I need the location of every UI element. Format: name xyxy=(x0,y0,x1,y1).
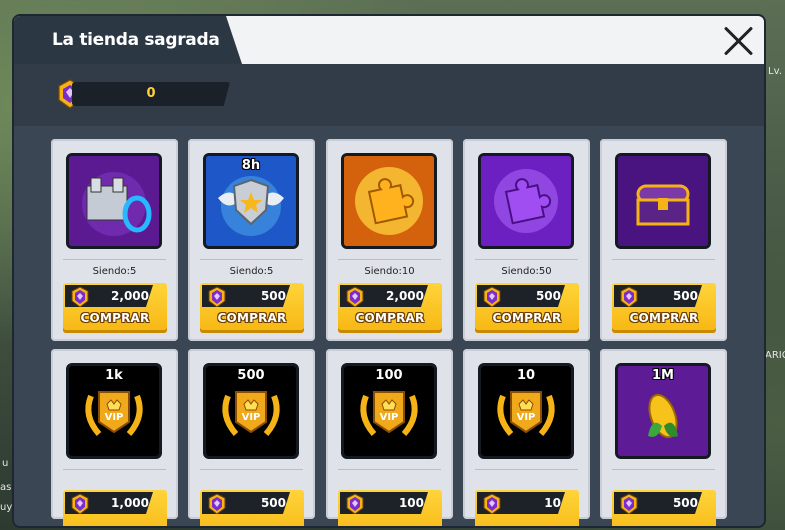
price-value: 500 xyxy=(260,496,286,510)
buy-label: COMPRAR xyxy=(355,311,425,325)
currency-value: 0 xyxy=(146,86,156,101)
divider xyxy=(612,469,715,470)
shop-item-card: Siendo:50 500 COMPRAR xyxy=(463,139,590,341)
divider xyxy=(63,469,166,470)
price-value: 10 xyxy=(544,496,561,510)
shield-wings-item-icon[interactable]: 8h xyxy=(203,153,299,249)
close-button[interactable] xyxy=(722,24,756,58)
shop-item-card: Siendo:5 2,000 COMPRAR xyxy=(51,139,178,341)
shop-window: La tienda sagrada 0 Siendo:5 2,000 COMPRAR… xyxy=(14,16,764,526)
item-quantity-label: 8h xyxy=(241,158,261,173)
buy-button[interactable]: 1,000 xyxy=(63,490,167,526)
price-bar: 500 xyxy=(202,285,290,307)
divider xyxy=(200,469,303,470)
buy-button[interactable]: 100 xyxy=(338,490,442,526)
vip-10-item-icon[interactable]: VIP 10 xyxy=(478,363,574,459)
currency-counter: 0 xyxy=(72,82,230,106)
shop-item-card: VIP 1k 1,000 xyxy=(51,349,178,526)
shop-item-card: 500 COMPRAR xyxy=(600,139,727,341)
background-text: u xyxy=(2,458,9,469)
divider xyxy=(200,259,303,260)
price-bar: 2,000 xyxy=(65,285,153,307)
item-quantity-label: 1k xyxy=(105,368,123,383)
buy-button[interactable]: 500 COMPRAR xyxy=(612,283,716,333)
price-value: 500 xyxy=(260,289,286,303)
item-quantity-label: 1M xyxy=(652,368,674,383)
shop-item-card: 1M 500 xyxy=(600,349,727,526)
shop-item-card: 8h Siendo:5 500 COMPRAR xyxy=(188,139,315,341)
divider xyxy=(475,259,578,260)
shop-item-card: VIP 10 10 xyxy=(463,349,590,526)
price-value: 500 xyxy=(672,289,698,303)
stock-text: Siendo:5 xyxy=(92,266,137,277)
vip-500-item-icon[interactable]: VIP 500 xyxy=(203,363,299,459)
window-title: La tienda sagrada xyxy=(52,30,220,50)
divider xyxy=(338,469,441,470)
price-bar: 500 xyxy=(614,285,702,307)
purple-puzzle-item-icon[interactable] xyxy=(478,153,574,249)
stock-text: Siendo:10 xyxy=(364,266,415,277)
price-value: 2,000 xyxy=(111,289,149,303)
buy-button[interactable]: 500 COMPRAR xyxy=(475,283,579,333)
price-value: 1,000 xyxy=(111,496,149,510)
buy-button[interactable]: 500 xyxy=(612,490,716,526)
shop-item-card: Siendo:10 2,000 COMPRAR xyxy=(326,139,453,341)
buy-button[interactable]: 500 xyxy=(200,490,304,526)
svg-text:VIP: VIP xyxy=(380,412,399,423)
svg-text:VIP: VIP xyxy=(517,412,536,423)
buy-button[interactable]: 2,000 COMPRAR xyxy=(338,283,442,333)
divider xyxy=(475,469,578,470)
price-bar: 10 xyxy=(477,492,565,514)
stock-text: Siendo:5 xyxy=(229,266,274,277)
price-bar: 500 xyxy=(614,492,702,514)
background-text: ARIC xyxy=(765,350,785,361)
svg-text:VIP: VIP xyxy=(242,412,261,423)
price-bar: 100 xyxy=(340,492,428,514)
item-quantity-label: 500 xyxy=(237,368,265,383)
divider xyxy=(612,259,715,260)
price-value: 100 xyxy=(398,496,424,510)
price-value: 500 xyxy=(535,289,561,303)
buy-label: COMPRAR xyxy=(629,311,699,325)
background-text: as. xyxy=(0,482,15,493)
vip-1k-item-icon[interactable]: VIP 1k xyxy=(66,363,162,459)
price-bar: 1,000 xyxy=(65,492,153,514)
price-value: 500 xyxy=(672,496,698,510)
buy-button[interactable]: 10 xyxy=(475,490,579,526)
price-bar: 500 xyxy=(202,492,290,514)
divider xyxy=(63,259,166,260)
corn-1m-item-icon[interactable]: 1M xyxy=(615,363,711,459)
buy-button[interactable]: 2,000 COMPRAR xyxy=(63,283,167,333)
item-quantity-label: 10 xyxy=(516,368,536,383)
buy-label: COMPRAR xyxy=(217,311,287,325)
svg-text:VIP: VIP xyxy=(105,412,124,423)
price-value: 2,000 xyxy=(386,289,424,303)
background-level-text: Lv. xyxy=(768,66,782,77)
item-quantity-label: 100 xyxy=(375,368,403,383)
buy-label: COMPRAR xyxy=(492,311,562,325)
castle-portal-item-icon[interactable] xyxy=(66,153,162,249)
buy-label: COMPRAR xyxy=(80,311,150,325)
stock-text: Siendo:50 xyxy=(501,266,552,277)
shop-item-card: VIP 500 500 xyxy=(188,349,315,526)
price-bar: 500 xyxy=(477,285,565,307)
divider xyxy=(338,259,441,260)
vip-100-item-icon[interactable]: VIP 100 xyxy=(341,363,437,459)
gold-puzzle-item-icon[interactable] xyxy=(341,153,437,249)
price-bar: 2,000 xyxy=(340,285,428,307)
treasure-chest-item-icon[interactable] xyxy=(615,153,711,249)
buy-button[interactable]: 500 COMPRAR xyxy=(200,283,304,333)
background-text: uy xyxy=(0,502,13,513)
shop-item-card: VIP 100 100 xyxy=(326,349,453,526)
